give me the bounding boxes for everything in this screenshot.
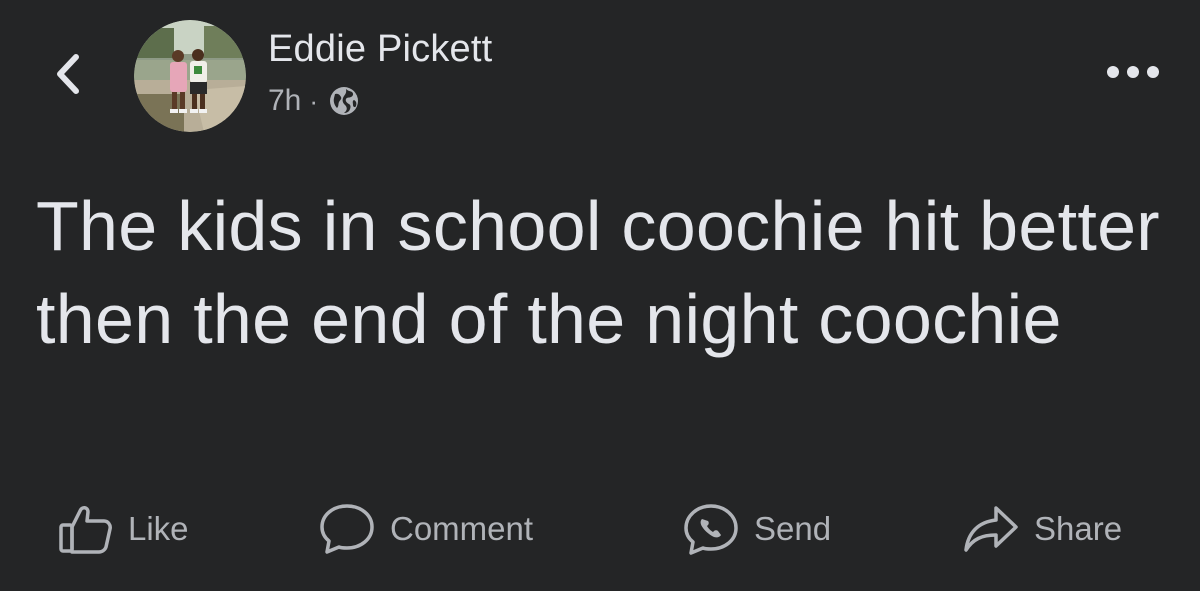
comment-bubble-icon (318, 502, 376, 556)
chevron-left-icon (52, 51, 82, 102)
post-text: The kids in school coochie hit better th… (36, 187, 1160, 358)
more-options-button[interactable] (1098, 54, 1168, 94)
more-horizontal-icon (1106, 65, 1160, 84)
messenger-send-icon (682, 502, 740, 556)
back-button[interactable] (42, 48, 92, 104)
author-name[interactable]: Eddie Pickett (268, 28, 492, 71)
post-meta: 7h · (268, 84, 360, 118)
share-button[interactable]: Share (962, 494, 1122, 564)
share-label: Share (1034, 510, 1123, 547)
post-action-bar: Like Comment Send Share (0, 494, 1200, 564)
send-button[interactable]: Send (682, 494, 831, 564)
comment-button[interactable]: Comment (318, 494, 533, 564)
globe-icon[interactable] (328, 85, 360, 117)
like-label: Like (128, 510, 189, 547)
post-timestamp[interactable]: 7h (268, 84, 301, 118)
like-button[interactable]: Like (58, 494, 189, 564)
avatar[interactable] (134, 20, 246, 132)
send-label: Send (754, 510, 832, 547)
share-arrow-icon (962, 502, 1020, 556)
comment-label: Comment (390, 510, 534, 547)
meta-separator: · (309, 85, 319, 116)
thumbs-up-icon (58, 503, 114, 555)
